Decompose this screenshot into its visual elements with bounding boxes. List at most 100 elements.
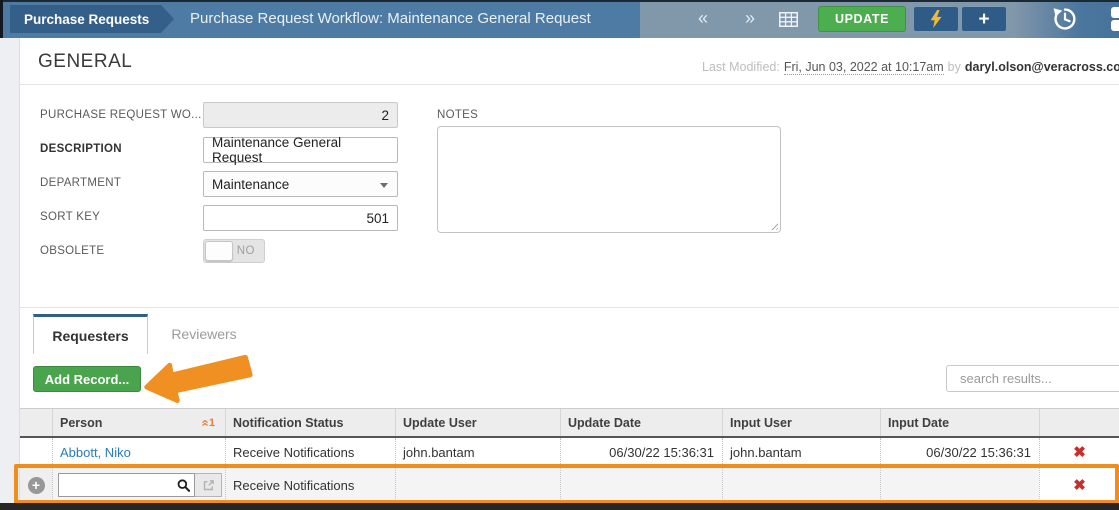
results-search-input[interactable]: [960, 371, 1119, 386]
obsolete-toggle[interactable]: NO: [203, 239, 265, 263]
field-label-notes: NOTES: [437, 109, 479, 121]
row-notification-cell: Receive Notifications: [225, 438, 395, 466]
new-record-row: + Receive Notifications ✖: [20, 467, 1119, 503]
row-update-user-cell: john.bantam: [395, 438, 560, 466]
description-value: Maintenance General Request: [212, 135, 342, 165]
new-row-update-date-cell: [560, 467, 722, 503]
header-cell-actions: [1039, 409, 1119, 436]
workflow-id-field: 2: [203, 102, 398, 128]
breadcrumb-label: Purchase Requests: [24, 11, 150, 27]
row-input-user-cell: john.bantam: [722, 438, 880, 466]
department-select[interactable]: Maintenance: [203, 171, 398, 197]
left-gutter: [0, 38, 20, 503]
history-button[interactable]: [1052, 6, 1078, 32]
update-button[interactable]: UPDATE: [818, 6, 906, 32]
lightning-icon: [930, 10, 942, 28]
dropdown-caret-icon: [380, 183, 388, 188]
header-cell-icon: [20, 409, 52, 436]
person-lookup-field[interactable]: [58, 473, 195, 497]
update-button-label: UPDATE: [834, 12, 890, 26]
notes-textarea[interactable]: [438, 127, 780, 232]
tab-reviewers-label: Reviewers: [171, 326, 237, 342]
field-label-sort-key: SORT KEY: [40, 211, 101, 223]
grip-dot: [1111, 20, 1119, 31]
new-row-actions-cell: ✖: [1039, 467, 1119, 503]
person-link[interactable]: Abbott, Niko: [60, 445, 131, 460]
row-icon-cell: [20, 438, 52, 466]
section-title: GENERAL: [38, 51, 133, 72]
more-menu-icon-partial[interactable]: [1111, 7, 1119, 33]
header-cell-input-date[interactable]: Input Date: [880, 409, 1039, 436]
last-modified: Last Modified: Fri, Jun 03, 2022 at 10:1…: [698, 57, 1119, 77]
table-row: Abbott, Niko Receive Notifications john.…: [20, 438, 1119, 467]
annotation-arrow: [144, 354, 253, 404]
add-new-button[interactable]: +: [961, 6, 1007, 32]
window-top-edge: [0, 0, 1119, 2]
department-value: Maintenance: [212, 176, 290, 192]
description-field[interactable]: Maintenance General Request: [203, 135, 398, 165]
search-icon: [177, 478, 190, 492]
window-bottom-edge: [0, 503, 1119, 510]
row-update-date-cell: 06/30/22 15:36:31: [560, 438, 722, 466]
delete-row-icon[interactable]: ✖: [1073, 476, 1086, 494]
add-row-icon[interactable]: +: [27, 476, 45, 494]
breadcrumb[interactable]: Purchase Requests: [10, 5, 175, 33]
row-input-date-cell: 06/30/22 15:36:31: [880, 438, 1039, 466]
new-row-input-user-cell: [722, 467, 880, 503]
header-cell-notification-status[interactable]: Notification Status: [225, 409, 395, 436]
delete-row-icon[interactable]: ✖: [1073, 443, 1086, 461]
header-cell-input-user[interactable]: Input User: [722, 409, 880, 436]
header-cell-update-date[interactable]: Update Date: [560, 409, 722, 436]
tab-requesters-label: Requesters: [52, 327, 129, 344]
requesters-table: Person « 1 Notification Status Update Us…: [20, 408, 1119, 503]
sort-indicator: « 1: [198, 417, 215, 429]
field-label-description: DESCRIPTION: [40, 143, 122, 155]
grid-view-button[interactable]: [779, 12, 798, 32]
new-row-notification-cell[interactable]: Receive Notifications: [225, 467, 395, 503]
new-row-input-date-cell: [880, 467, 1039, 503]
header-cell-person[interactable]: Person « 1: [52, 409, 225, 436]
external-link-icon: [203, 479, 214, 490]
plus-icon: +: [978, 8, 990, 30]
grip-dot: [1111, 7, 1119, 18]
sort-key-value: 501: [366, 210, 389, 226]
new-row-add-cell: +: [20, 467, 52, 503]
toggle-state-label: NO: [236, 245, 255, 257]
prev-record-button[interactable]: «: [688, 0, 718, 38]
next-record-button[interactable]: »: [735, 0, 765, 38]
person-lookup: [58, 473, 225, 497]
results-search[interactable]: [946, 365, 1119, 392]
chevron-right-icon: »: [744, 8, 755, 28]
quick-actions-button[interactable]: [913, 6, 959, 32]
open-record-button[interactable]: [195, 473, 222, 497]
header-cell-update-user[interactable]: Update User: [395, 409, 560, 436]
row-person-cell: Abbott, Niko: [52, 438, 225, 466]
history-icon: [1053, 8, 1076, 30]
table-header-row: Person « 1 Notification Status Update Us…: [20, 408, 1119, 438]
last-modified-value[interactable]: Fri, Jun 03, 2022 at 10:17am: [783, 60, 944, 75]
workflow-id-value: 2: [381, 107, 389, 123]
page-title: Purchase Request Workflow: Maintenance G…: [190, 10, 591, 27]
new-row-update-user-cell: [395, 467, 560, 503]
toggle-knob: [205, 241, 233, 261]
section-divider: [20, 84, 1119, 85]
sort-key-field[interactable]: 501: [203, 205, 398, 231]
new-row-person-cell: [52, 467, 225, 503]
tab-reviewers[interactable]: Reviewers: [148, 314, 260, 354]
tab-requesters[interactable]: Requesters: [33, 314, 148, 354]
row-actions-cell: ✖: [1039, 438, 1119, 466]
last-modified-user: daryl.olson@veracross.com: [964, 60, 1119, 74]
field-label-department: DEPARTMENT: [40, 177, 122, 189]
sort-asc-icon: «: [198, 418, 214, 427]
table-grid-icon: [779, 12, 798, 27]
last-modified-by-label: by: [947, 60, 961, 74]
app-window: Purchase Requests Purchase Request Workf…: [0, 0, 1119, 510]
top-toolbar: Purchase Requests Purchase Request Workf…: [0, 0, 1119, 38]
field-label-obsolete: OBSOLETE: [40, 245, 105, 257]
add-record-label: Add Record...: [44, 371, 130, 387]
notes-field-wrap: [437, 126, 781, 233]
chevron-left-icon: «: [697, 8, 708, 28]
add-record-button[interactable]: Add Record...: [33, 366, 141, 392]
person-lookup-input[interactable]: [63, 477, 177, 493]
window-left-edge: [0, 0, 3, 38]
